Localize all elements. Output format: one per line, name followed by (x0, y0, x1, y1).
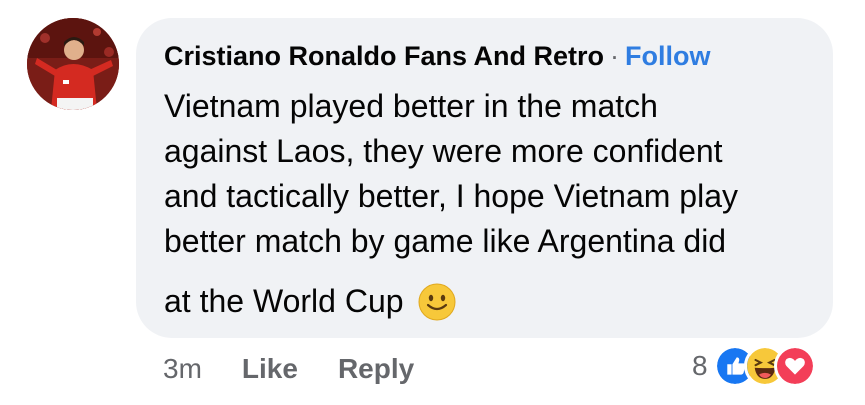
avatar-photo (27, 18, 119, 110)
reaction-count: 8 (692, 350, 708, 381)
like-button[interactable]: Like (242, 349, 298, 389)
comment-timestamp[interactable]: 3m (163, 349, 202, 389)
follow-button[interactable]: Follow (625, 41, 710, 71)
comment-actions: 3m Like Reply (163, 349, 454, 389)
separator-dot: · (610, 41, 620, 71)
reaction-summary[interactable]: 8 (692, 345, 816, 387)
author-name[interactable]: Cristiano Ronaldo Fans And Retro (164, 41, 604, 71)
comment-header: Cristiano Ronaldo Fans And Retro · Follow (164, 40, 711, 72)
reply-button[interactable]: Reply (338, 349, 414, 389)
comment: Cristiano Ronaldo Fans And Retro · Follow … (0, 0, 865, 405)
avatar[interactable] (27, 18, 119, 110)
smiling-face-icon (418, 283, 456, 320)
comment-text: Vietnam played better in the match again… (164, 88, 738, 259)
love-icon (773, 345, 816, 387)
comment-text-end: at the World Cup (164, 283, 404, 319)
comment-text-last-line: at the World Cup (164, 279, 456, 324)
